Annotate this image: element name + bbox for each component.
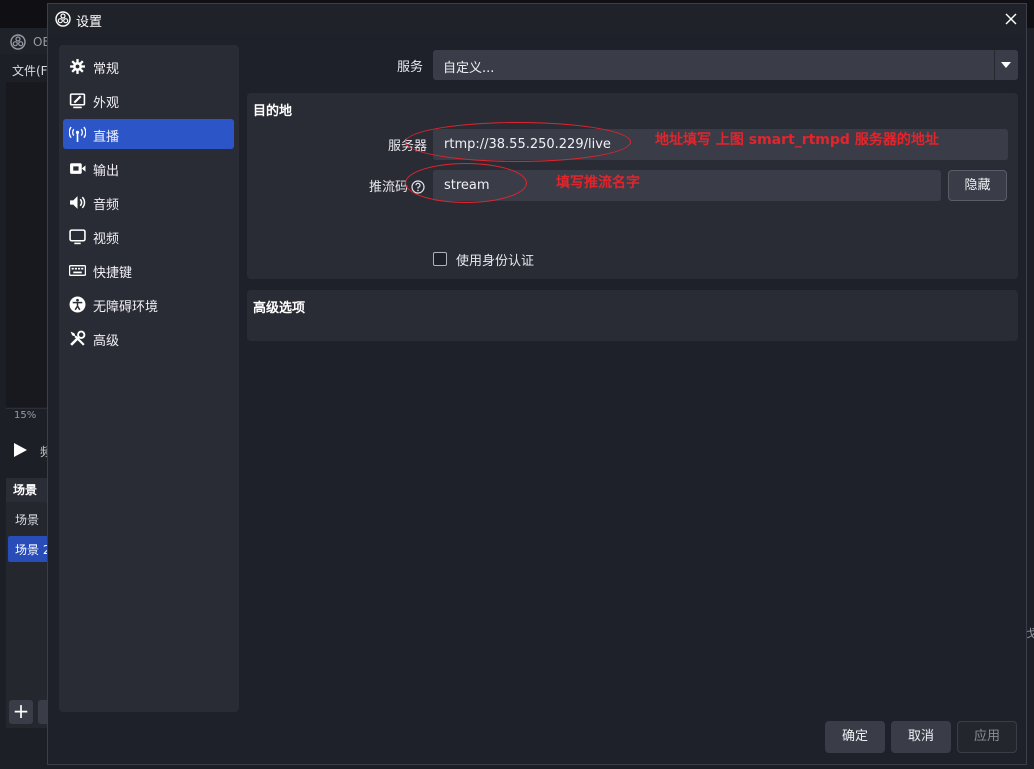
server-annotation-ellipse: [405, 122, 631, 162]
sidebar-item-label: 音频: [93, 198, 120, 213]
antenna-icon: [69, 126, 86, 142]
chevron-down-icon: [1001, 62, 1011, 68]
settings-sidebar: 常规 外观 直播 输出 音频 视频 快捷键 无障碍环境 高级: [59, 45, 239, 712]
service-select-value: 自定义...: [443, 61, 495, 76]
sidebar-item-advanced[interactable]: 高级: [63, 323, 234, 353]
keyboard-icon: [69, 265, 86, 276]
right-edge-text: 戈: [1026, 627, 1034, 640]
dialog-title: 设置: [76, 15, 103, 30]
obs-logo-icon: [55, 11, 71, 27]
sidebar-item-label: 外观: [93, 96, 120, 111]
service-select[interactable]: 自定义...: [433, 50, 1018, 80]
service-dropdown-button[interactable]: [994, 50, 1018, 80]
destination-title: 目的地: [253, 104, 293, 119]
settings-dialog: 设置 常规 外观 直播 输出 音频 视频 快捷键 无障碍环境 高级 服务 自定义…: [47, 3, 1027, 765]
hide-key-button[interactable]: 隐藏: [948, 170, 1007, 201]
sidebar-item-output[interactable]: 输出: [63, 153, 234, 183]
dialog-titlebar: 设置: [48, 4, 1026, 34]
sidebar-item-label: 无障碍环境: [93, 300, 159, 315]
speaker-icon: [70, 196, 86, 209]
sidebar-item-hotkeys[interactable]: 快捷键: [63, 255, 234, 285]
server-annotation-text: 地址填写 上图 smart_rtmpd 服务器的地址: [655, 132, 939, 148]
sidebar-item-label: 常规: [93, 62, 120, 77]
appearance-icon: [69, 93, 86, 109]
apply-button[interactable]: 应用: [957, 721, 1017, 753]
accessibility-icon: [69, 296, 86, 313]
sidebar-item-audio[interactable]: 音频: [63, 187, 234, 217]
gear-icon: [70, 59, 85, 74]
sidebar-item-label: 视频: [93, 232, 120, 247]
scenes-title: 场景: [13, 483, 38, 497]
scene-item[interactable]: 场景: [15, 511, 39, 528]
sidebar-item-accessibility[interactable]: 无障碍环境: [63, 289, 234, 319]
stream-key-label: 推流码: [369, 180, 409, 195]
monitor-icon: [69, 229, 86, 245]
output-icon: [70, 163, 86, 174]
key-annotation-text: 填写推流名字: [556, 175, 640, 191]
sidebar-item-appearance[interactable]: 外观: [63, 85, 234, 115]
ok-button[interactable]: 确定: [825, 721, 885, 753]
sidebar-item-label: 快捷键: [93, 266, 133, 281]
advanced-options-title: 高级选项: [253, 301, 306, 316]
sidebar-item-general[interactable]: 常规: [63, 51, 234, 81]
sidebar-item-label: 输出: [93, 164, 120, 179]
destination-group: 目的地 服务器 rtmp://38.55.250.229/live 推流码 st…: [247, 93, 1018, 279]
play-icon[interactable]: [14, 443, 27, 457]
obs-logo-icon: [10, 34, 26, 50]
use-auth-label[interactable]: 使用身份认证: [456, 250, 534, 269]
scene-item-selected[interactable]: 场景 2: [15, 541, 50, 558]
advanced-options-group[interactable]: 高级选项: [247, 290, 1018, 341]
service-label: 服务: [397, 60, 424, 75]
add-scene-button[interactable]: +: [9, 700, 33, 724]
cancel-button[interactable]: 取消: [891, 721, 951, 753]
zoom-level: 15%: [14, 410, 37, 421]
sidebar-item-label: 高级: [93, 334, 120, 349]
menu-file[interactable]: 文件(F: [12, 62, 48, 79]
preview-area: [6, 82, 48, 407]
key-annotation-ellipse: [405, 163, 527, 203]
use-auth-checkbox[interactable]: [433, 252, 447, 266]
sidebar-item-label: 直播: [93, 130, 120, 145]
sidebar-item-video[interactable]: 视频: [63, 221, 234, 251]
close-icon[interactable]: [1002, 10, 1020, 28]
tools-icon: [70, 330, 86, 346]
sidebar-item-stream[interactable]: 直播: [63, 119, 234, 149]
